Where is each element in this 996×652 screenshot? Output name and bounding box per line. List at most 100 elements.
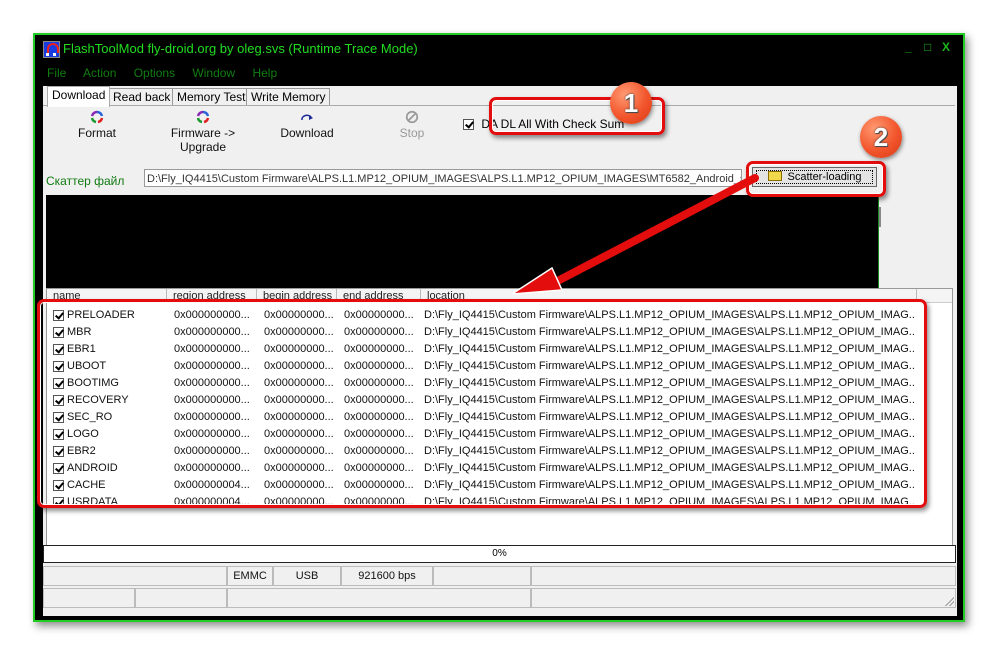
firmware-upgrade-label: Firmware -> Upgrade <box>170 126 236 154</box>
status-bar-bottom <box>43 588 956 608</box>
cell-begin-address: 0x00000000... <box>264 377 334 389</box>
status-cell-empty-1 <box>43 566 227 586</box>
cell-region-address: 0x000000000... <box>174 309 250 321</box>
table-row[interactable]: MBR 0x000000000... 0x00000000... 0x00000000… <box>47 324 952 341</box>
cell-begin-address: 0x00000000... <box>264 360 334 372</box>
cell-name: BOOTIMG <box>67 377 119 389</box>
menu-file[interactable]: File <box>47 66 66 80</box>
cell-begin-address: 0x00000000... <box>264 411 334 423</box>
col-location[interactable]: location <box>421 289 917 302</box>
status-cell-empty-2 <box>433 566 531 586</box>
status-cell-b4 <box>531 588 956 608</box>
cell-location: D:\Fly_IQ4415\Custom Firmware\ALPS.L1.MP… <box>424 326 914 338</box>
maximize-button[interactable]: □ <box>924 40 931 54</box>
cell-name: UBOOT <box>67 360 107 372</box>
row-checkbox[interactable] <box>53 429 64 440</box>
cell-location: D:\Fly_IQ4415\Custom Firmware\ALPS.L1.MP… <box>424 428 914 440</box>
table-row[interactable]: PRELOADER 0x000000000... 0x00000000... 0x00… <box>47 307 952 324</box>
cell-begin-address: 0x00000000... <box>264 343 334 355</box>
table-row[interactable]: EBR1 0x000000000... 0x00000000... 0x0000000… <box>47 341 952 358</box>
table-row[interactable]: BOOTIMG 0x000000000... 0x00000000... 0x0000… <box>47 375 952 392</box>
format-button[interactable]: Format <box>77 110 117 140</box>
cell-name: EBR1 <box>67 343 96 355</box>
scatter-file-label: Скаттер файл <box>46 174 125 188</box>
menu-action[interactable]: Action <box>83 66 116 80</box>
cell-region-address: 0x000000000... <box>174 343 250 355</box>
cell-name: EBR2 <box>67 445 96 457</box>
resize-grip[interactable] <box>944 596 954 606</box>
row-checkbox[interactable] <box>53 378 64 389</box>
row-checkbox[interactable] <box>53 395 64 406</box>
row-checkbox[interactable] <box>53 446 64 457</box>
table-row[interactable]: CACHE 0x000000004... 0x00000000... 0x000000… <box>47 477 952 494</box>
cell-name: PRELOADER <box>67 309 135 321</box>
cell-region-address: 0x000000000... <box>174 445 250 457</box>
title-bar: FlashToolMod fly-droid.org by oleg.svs (… <box>35 35 963 63</box>
cell-region-address: 0x000000000... <box>174 360 250 372</box>
cell-region-address: 0x000000000... <box>174 411 250 423</box>
cell-location: D:\Fly_IQ4415\Custom Firmware\ALPS.L1.MP… <box>424 411 914 423</box>
menu-options[interactable]: Options <box>134 66 175 80</box>
cell-region-address: 0x000000000... <box>174 326 250 338</box>
col-end-address[interactable]: end address <box>337 289 421 302</box>
table-row[interactable]: USRDATA 0x000000004... 0x00000000... 0x0000… <box>47 494 952 511</box>
status-cell-empty-3 <box>531 566 956 586</box>
cell-end-address: 0x00000000... <box>344 394 414 406</box>
row-checkbox[interactable] <box>53 344 64 355</box>
scatter-file-input[interactable]: D:\Fly_IQ4415\Custom Firmware\ALPS.L1.MP… <box>144 169 742 187</box>
row-checkbox[interactable] <box>53 463 64 474</box>
cell-begin-address: 0x00000000... <box>264 428 334 440</box>
stop-label: Stop <box>399 126 425 140</box>
cell-name: USRDATA <box>67 496 118 508</box>
progress-bar: 0% <box>43 545 956 563</box>
row-checkbox[interactable] <box>53 412 64 423</box>
scatter-loading-button[interactable]: Scatter-loading <box>752 167 877 187</box>
status-storage: EMMC <box>227 566 273 586</box>
col-name[interactable]: name <box>47 289 167 302</box>
close-button[interactable]: X <box>942 40 950 54</box>
cell-region-address: 0x000000004... <box>174 496 250 508</box>
download-button[interactable]: Download <box>279 110 335 140</box>
firmware-upgrade-icon <box>196 110 210 124</box>
console-scrollbar[interactable] <box>879 207 881 227</box>
scatter-loading-label: Scatter-loading <box>787 171 862 183</box>
cell-location: D:\Fly_IQ4415\Custom Firmware\ALPS.L1.MP… <box>424 343 914 355</box>
checksum-checkbox[interactable] <box>463 119 474 131</box>
cell-name: MBR <box>67 326 92 338</box>
firmware-upgrade-button[interactable]: Firmware -> Upgrade <box>149 110 257 154</box>
row-checkbox[interactable] <box>53 327 64 338</box>
col-region-address[interactable]: region address <box>167 289 257 302</box>
cell-begin-address: 0x00000000... <box>264 326 334 338</box>
cell-end-address: 0x00000000... <box>344 496 414 508</box>
cell-name: LOGO <box>67 428 99 440</box>
app-window: FlashToolMod fly-droid.org by oleg.svs (… <box>33 33 965 622</box>
annotation-badge-2: 2 <box>860 116 902 158</box>
row-checkbox[interactable] <box>53 497 64 508</box>
cell-begin-address: 0x00000000... <box>264 496 334 508</box>
row-checkbox[interactable] <box>53 310 64 321</box>
table-row[interactable]: UBOOT 0x000000000... 0x00000000... 0x000000… <box>47 358 952 375</box>
stop-button[interactable]: Stop <box>397 110 427 140</box>
minimize-button[interactable]: _ <box>905 40 912 54</box>
cell-location: D:\Fly_IQ4415\Custom Firmware\ALPS.L1.MP… <box>424 394 914 406</box>
cell-begin-address: 0x00000000... <box>264 479 334 491</box>
menu-window[interactable]: Window <box>192 66 235 80</box>
table-row[interactable]: LOGO 0x000000000... 0x00000000... 0x0000000… <box>47 426 952 443</box>
table-row[interactable]: ANDROID 0x000000000... 0x00000000... 0x0000… <box>47 460 952 477</box>
cell-name: RECOVERY <box>67 394 129 406</box>
checksum-option[interactable]: DA DL All With Check Sum <box>463 117 624 131</box>
cell-location: D:\Fly_IQ4415\Custom Firmware\ALPS.L1.MP… <box>424 496 914 508</box>
cell-begin-address: 0x00000000... <box>264 445 334 457</box>
table-row[interactable]: EBR2 0x000000000... 0x00000000... 0x0000000… <box>47 443 952 460</box>
row-checkbox[interactable] <box>53 480 64 491</box>
row-checkbox[interactable] <box>53 361 64 372</box>
tab-download[interactable]: Download <box>47 86 111 107</box>
col-begin-address[interactable]: begin address <box>257 289 337 302</box>
cell-region-address: 0x000000004... <box>174 479 250 491</box>
table-row[interactable]: RECOVERY 0x000000000... 0x00000000... 0x000… <box>47 392 952 409</box>
status-bar-top: EMMC USB 921600 bps <box>43 566 956 586</box>
menu-help[interactable]: Help <box>252 66 277 80</box>
format-label: Format <box>77 126 116 140</box>
window-title: FlashToolMod fly-droid.org by oleg.svs (… <box>63 41 418 56</box>
table-row[interactable]: SEC_RO 0x000000000... 0x00000000... 0x00000… <box>47 409 952 426</box>
